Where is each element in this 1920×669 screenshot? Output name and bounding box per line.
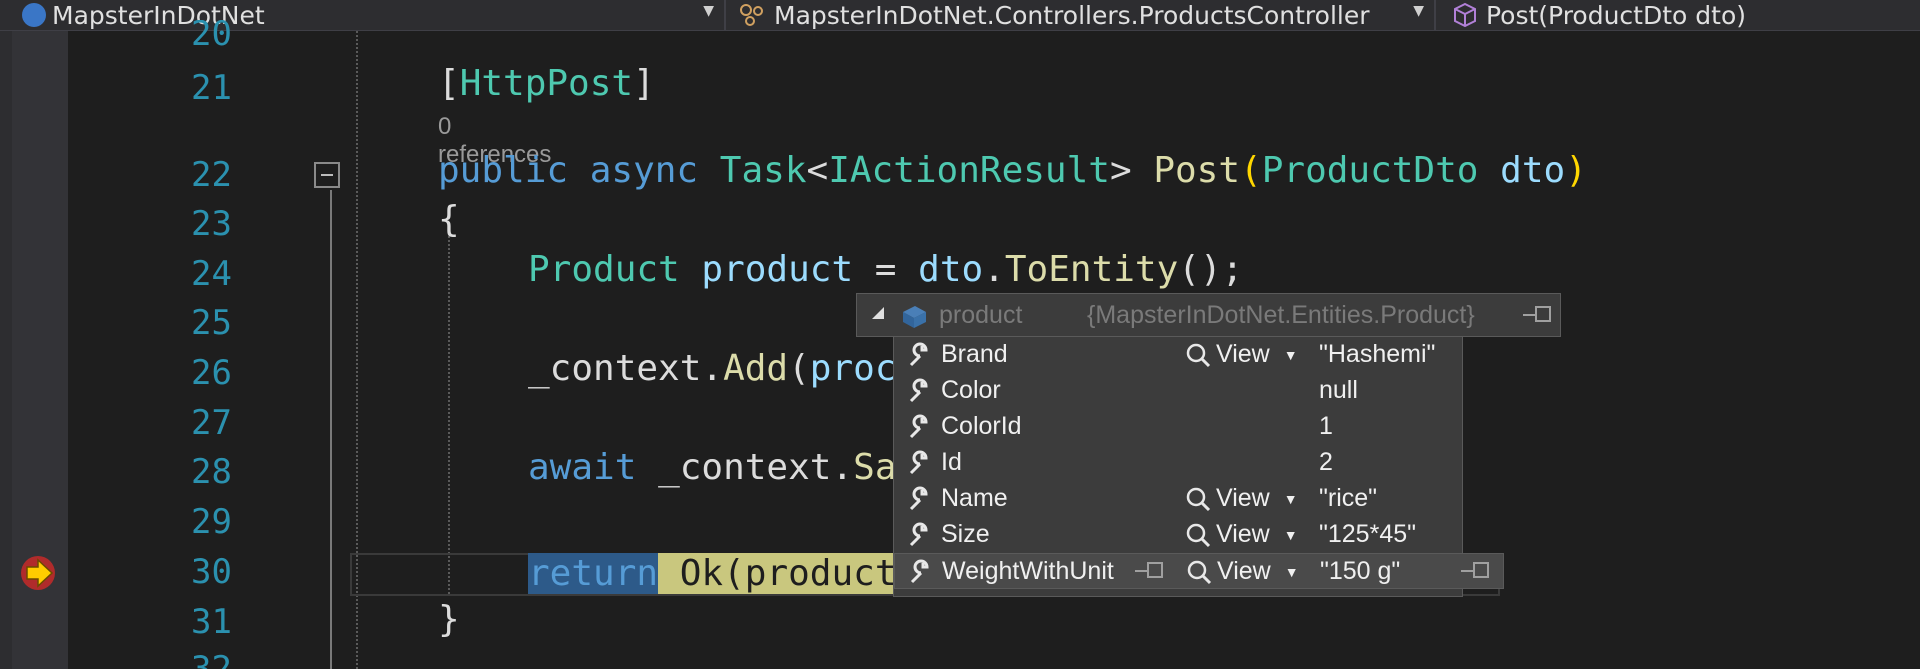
wrench-icon (909, 450, 928, 475)
line-number: 32 (68, 652, 232, 669)
collapse-triangle-icon[interactable] (872, 307, 884, 319)
datatip-row-colorid[interactable]: ColorId 1 (894, 409, 1462, 445)
property-value: 2 (1319, 448, 1333, 476)
object-icon (903, 306, 926, 328)
line-number: 23 (191, 204, 232, 244)
datatip-row-color[interactable]: Color null (894, 373, 1462, 409)
wrench-icon (909, 414, 928, 439)
outlining-line (330, 190, 332, 669)
datatip-row-brand[interactable]: Brand View ▼ "Hashemi" (894, 337, 1462, 373)
current-statement-arrow-icon[interactable] (18, 555, 62, 591)
property-name: Id (941, 448, 962, 476)
line-number: 31 (191, 602, 232, 642)
view-visualizer-button[interactable]: View ▼ (1185, 557, 1299, 586)
chevron-down-icon: ▼ (1413, 3, 1424, 19)
collapse-method-toggle[interactable] (314, 162, 340, 188)
property-name: Brand (941, 340, 1008, 368)
property-value: "Hashemi" (1319, 340, 1436, 368)
code-line-24: Product product = dto.ToEntity(); (528, 249, 1244, 290)
property-value: "150 g" (1320, 557, 1401, 585)
wrench-icon (909, 486, 928, 511)
line-number: 20 (191, 20, 232, 48)
magnifier-icon (1186, 487, 1211, 511)
code-line-23: { (438, 199, 460, 240)
chevron-down-icon: ▼ (1283, 490, 1298, 507)
line-number: 27 (191, 403, 232, 443)
line-number: 30 (191, 552, 232, 592)
member-name: Post(ProductDto dto) (1486, 0, 1746, 30)
return-keyword-highlight: return (528, 553, 659, 594)
datatip-variable-name: product (939, 301, 1023, 329)
wrench-icon (909, 378, 928, 403)
navigation-bar: MapsterInDotNet ▼ MapsterInDotNet.Contro… (0, 0, 1920, 31)
chevron-down-icon: ▼ (1283, 526, 1298, 543)
line-number: 21 (191, 68, 232, 108)
line-number: 22 (191, 155, 232, 195)
code-line-30: return Ok(product (528, 552, 897, 596)
pin-icon[interactable] (1523, 304, 1557, 326)
code-line-31: } (438, 599, 460, 640)
property-value: "rice" (1319, 484, 1378, 512)
magnifier-icon (1187, 560, 1212, 584)
magnifier-icon (1186, 523, 1211, 547)
csharp-project-icon (22, 3, 46, 27)
chevron-down-icon: ▼ (1284, 563, 1299, 580)
property-name: WeightWithUnit (942, 557, 1114, 585)
datatip-row-id[interactable]: Id 2 (894, 445, 1462, 481)
class-icon (740, 4, 763, 26)
property-name: ColorId (941, 412, 1022, 440)
wrench-icon (910, 559, 929, 584)
indent-guide (448, 232, 450, 594)
editor-left-strip (0, 31, 12, 669)
datatip-row-size[interactable]: Size View ▼ "125*45" (894, 517, 1462, 553)
line-number: 26 (191, 353, 232, 393)
current-statement-highlight: Ok(product (658, 553, 897, 594)
property-name: Color (941, 376, 1001, 404)
code-line-26: _context.Add(proc (528, 348, 897, 389)
property-value: 1 (1319, 412, 1333, 440)
property-name: Name (941, 484, 1008, 512)
method-icon (1454, 2, 1476, 28)
code-line-22: public async Task<IActionResult> Post(Pr… (438, 150, 1587, 191)
view-visualizer-button[interactable]: View ▼ (1184, 520, 1298, 549)
datatip-row-weightwithunit[interactable]: WeightWithUnit View ▼ "150 g" (894, 553, 1504, 589)
property-value: null (1319, 376, 1358, 404)
line-number: 29 (191, 502, 232, 542)
line-number: 28 (191, 452, 232, 492)
code-line-21: [HttpPost] (438, 63, 655, 104)
magnifier-icon (1186, 343, 1211, 367)
chevron-down-icon: ▼ (703, 3, 714, 19)
navbar-divider (1434, 0, 1436, 30)
member-dropdown[interactable]: Post(ProductDto dto) (1438, 0, 1920, 30)
line-number: 24 (191, 254, 232, 294)
pin-icon[interactable] (1135, 560, 1169, 582)
property-value: "125*45" (1319, 520, 1416, 548)
wrench-icon (909, 342, 928, 367)
datatip-members: Brand View ▼ "Hashemi" Color null ColorI… (893, 337, 1504, 597)
navbar-divider (724, 0, 726, 30)
class-dropdown[interactable]: MapsterInDotNet.Controllers.ProductsCont… (728, 0, 1432, 30)
view-visualizer-button[interactable]: View ▼ (1184, 340, 1298, 369)
property-name: Size (941, 520, 990, 548)
wrench-icon (909, 522, 928, 547)
pin-icon[interactable] (1461, 560, 1495, 582)
line-number: 25 (191, 303, 232, 343)
code-line-28: await _context.Sa (528, 447, 897, 488)
class-path: MapsterInDotNet.Controllers.ProductsCont… (774, 0, 1370, 30)
chevron-down-icon: ▼ (1283, 346, 1298, 363)
datatip-header[interactable]: product {MapsterInDotNet.Entities.Produc… (856, 293, 1561, 337)
view-visualizer-button[interactable]: View ▼ (1184, 484, 1298, 513)
datatip-row-name[interactable]: Name View ▼ "rice" (894, 481, 1462, 517)
datatip-variable-type: {MapsterInDotNet.Entities.Product} (1087, 301, 1475, 329)
